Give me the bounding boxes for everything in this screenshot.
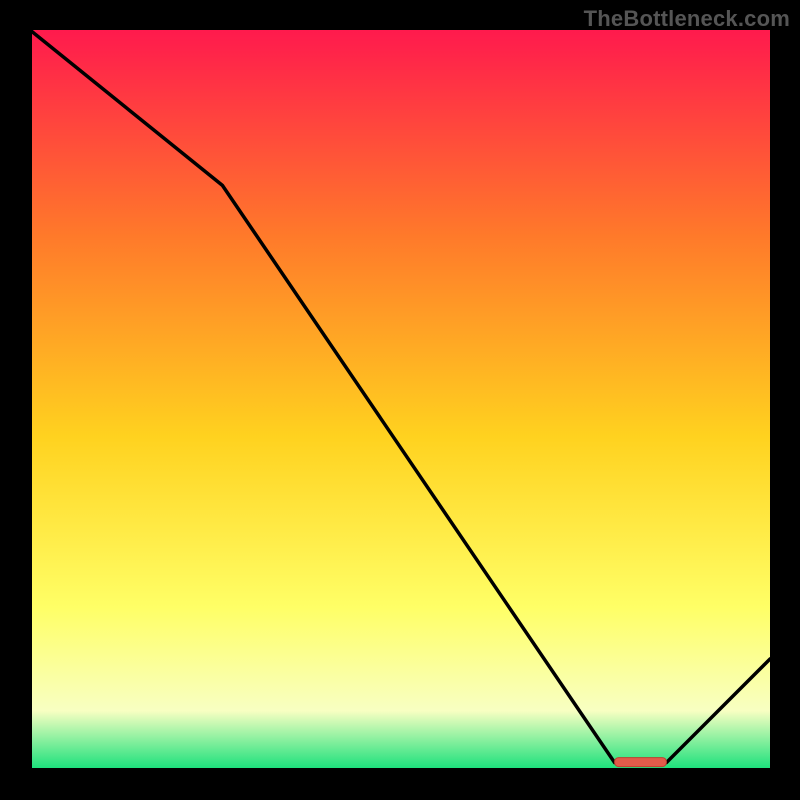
chart-plot-area bbox=[30, 30, 770, 770]
chart-svg bbox=[30, 30, 770, 770]
chart-stage: TheBottleneck.com bbox=[0, 0, 800, 800]
watermark-text: TheBottleneck.com bbox=[584, 6, 790, 32]
gradient-background bbox=[30, 30, 770, 770]
optimal-range-marker bbox=[615, 758, 667, 767]
